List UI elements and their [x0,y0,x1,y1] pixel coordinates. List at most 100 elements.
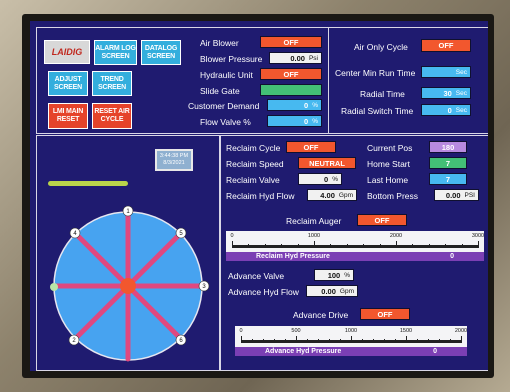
adjust-screen-button[interactable]: ADJUST SCREEN [48,71,88,96]
gauge-tick [314,241,315,248]
blower-pressure-label: Blower Pressure [200,54,263,64]
reclaim-speed-value[interactable]: NEUTRAL [298,157,356,169]
center-min-run-label: Center Min Run Time [335,68,416,78]
gauge-tick [330,244,332,248]
gauge-tick [248,244,250,248]
gauge-value: 0 [450,253,454,260]
gauge-caption: Advance Hyd Pressure 0 [235,347,467,356]
advance-drive-label: Advance Drive [293,310,349,320]
flow-valve-value: 0% [267,115,322,127]
gauge-tick [395,339,396,343]
gauge-tick [362,339,363,343]
reclaim-valve-value: 0% [298,173,342,185]
silo-center-hub [120,278,136,294]
customer-demand-label: Customer Demand [188,101,260,111]
gauge-tick [406,336,407,343]
gauge-tick-label: 2000 [389,233,403,239]
time-text: 3:44:38 PM [159,153,189,159]
gauge-tick [285,339,286,343]
gauge-track [232,245,478,248]
gauge-tick-label: 0 [239,328,243,334]
last-home-label: Last Home [367,175,409,185]
reset-air-cycle-button[interactable]: RESET AIR CYCLE [92,103,132,129]
gauge-tick-label: 500 [291,328,301,334]
radial-time-label: Radial Time [360,89,405,99]
air-only-cycle-value[interactable]: OFF [421,39,471,52]
gauge-tick [412,244,414,248]
bottom-press-value: 0.00 PSI [434,189,479,201]
gauge-tick [281,244,283,248]
silo-rake-diagram: 1 2 3 4 5 6 [50,205,210,362]
reclaim-hyd-pressure-gauge: Reclaim Hyd Pressure 0 0 1000 2000 3000 [226,231,484,261]
gauge-title: Reclaim Hyd Pressure [256,253,330,260]
gauge-tick [346,244,348,248]
gauge-tick [478,241,479,248]
gauge-tick [461,336,462,343]
reclaim-speed-label: Reclaim Speed [226,159,284,169]
slide-gate-label: Slide Gate [200,86,240,96]
advance-valve-value: 100% [314,269,354,281]
reclaim-hyd-flow-label: Reclaim Hyd Flow [226,191,295,201]
gauge-tick [450,339,451,343]
advance-hyd-flow-label: Advance Hyd Flow [228,287,299,297]
hmi-screen: LAIDIG ALARM LOG SCREEN DATALOG SCREEN A… [30,21,488,371]
gauge-tick [252,339,253,343]
reclaim-valve-label: Reclaim Valve [226,175,280,185]
gauge-tick-label: 1000 [307,233,321,239]
alarm-log-button[interactable]: ALARM LOG SCREEN [94,40,137,65]
reclaim-hyd-flow-value: 4.00 Gpm [307,189,357,201]
gauge-tick [417,339,418,343]
gauge-tick-label: 2000 [454,328,468,334]
hydraulic-unit-label: Hydraulic Unit [200,70,253,80]
advance-drive-value[interactable]: OFF [360,308,410,320]
air-blower-value[interactable]: OFF [260,36,322,48]
gauge-tick [329,339,330,343]
advance-valve-label: Advance Valve [228,271,285,281]
home-start-value[interactable]: 7 [429,157,467,169]
gauge-title: Advance Hyd Pressure [265,348,342,355]
customer-demand-value: 0% [267,99,322,111]
date-text: 8/3/2021 [163,160,185,166]
radial-time-value[interactable]: 30 Sec [421,87,471,99]
reclaim-auger-label: Reclaim Auger [286,216,342,226]
gauge-tick [445,244,447,248]
logo-text: LAIDIG [51,47,83,57]
gauge-tick [296,336,297,343]
bottom-press-label: Bottom Press [367,191,419,201]
reclaim-auger-value[interactable]: OFF [357,214,407,226]
current-pos-value: 180 [429,141,467,153]
gauge-tick [263,339,264,343]
gauge-tick-label: 1500 [399,328,413,334]
air-only-cycle-label: Air Only Cycle [354,42,408,52]
gauge-tick-label: 0 [230,233,234,239]
gauge-tick [232,241,233,248]
blower-pressure-value: 0.00 Psi [269,52,322,64]
date-time-display: 3:44:38 PM 8/3/2021 [155,149,193,171]
gauge-tick [363,244,365,248]
radial-switch-value[interactable]: 0 Sec [421,104,471,116]
gauge-tick [396,241,397,248]
lmi-main-reset-button[interactable]: LMI MAIN RESET [48,103,88,129]
hydraulic-unit-value[interactable]: OFF [260,68,322,80]
gauge-tick [379,244,381,248]
gauge-tick [241,336,242,343]
gauge-tick [373,339,374,343]
reclaim-cycle-label: Reclaim Cycle [226,143,281,153]
reclaim-cycle-value[interactable]: OFF [286,141,336,153]
center-min-run-value[interactable]: Sec [421,66,471,78]
datalog-button[interactable]: DATALOG SCREEN [141,40,181,65]
gauge-tick [274,339,275,343]
gauge-tick-label: 1000 [344,328,358,334]
advance-hyd-pressure-gauge: Advance Hyd Pressure 0 0 500 1000 1500 2000 [235,326,467,356]
reclaim-indicator-dot [50,283,58,291]
slide-gate-indicator [260,84,322,96]
last-home-value: 7 [429,173,467,185]
gauge-tick [384,339,385,343]
trend-screen-button[interactable]: TREND SCREEN [92,71,132,96]
gauge-tick-label: 3000 [471,233,485,239]
gauge-tick [307,339,308,343]
gauge-tick [297,244,299,248]
air-blower-label: Air Blower [200,38,239,48]
radial-switch-label: Radial Switch Time [341,106,414,116]
gauge-tick [428,339,429,343]
